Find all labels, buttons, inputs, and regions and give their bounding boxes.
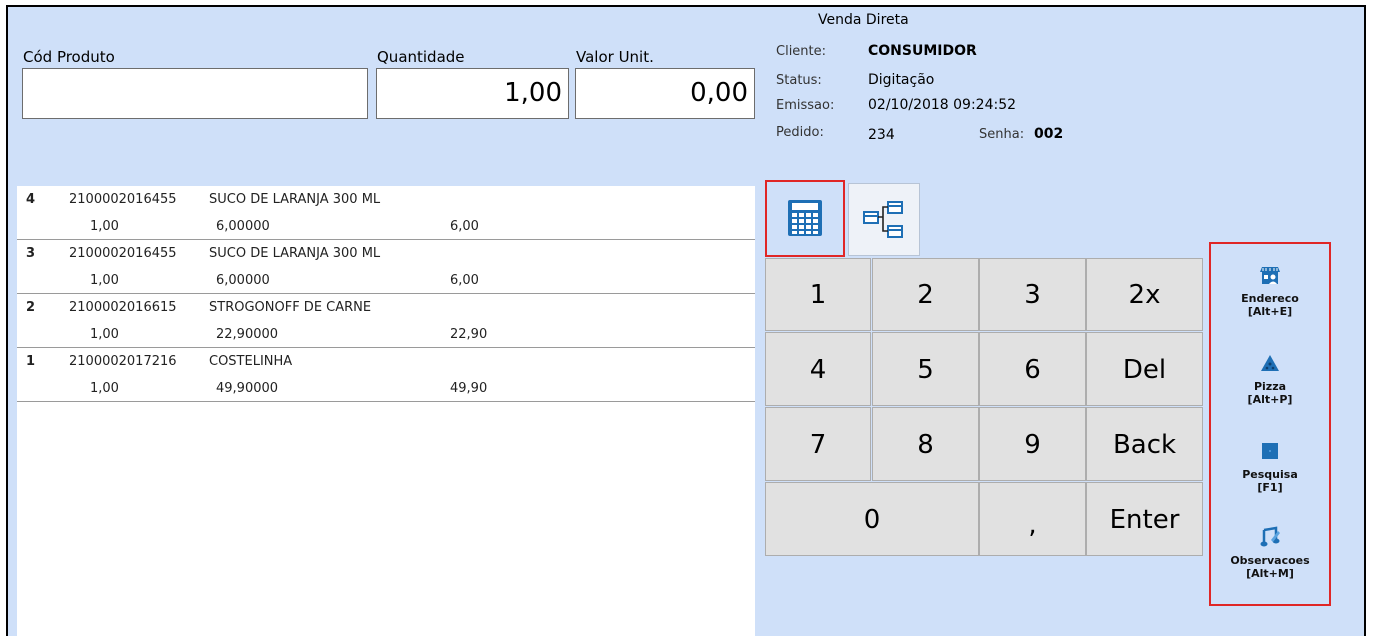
key-6[interactable]: 6: [979, 332, 1086, 406]
item-unit-price: 6,00000: [216, 273, 270, 288]
key-del[interactable]: Del: [1086, 332, 1203, 406]
list-item[interactable]: 3 2100002016455 SUCO DE LARANJA 300 ML 1…: [17, 240, 755, 294]
item-number: 2: [26, 300, 36, 315]
emissao-label: Emissao:: [776, 98, 835, 113]
key-back[interactable]: Back: [1086, 407, 1203, 481]
pedido-value: 234: [868, 127, 895, 143]
item-total: 6,00: [450, 219, 479, 234]
key-3[interactable]: 3: [979, 258, 1086, 331]
pizza-button[interactable]: Pizza [Alt+P]: [1211, 352, 1329, 406]
quantidade-input[interactable]: 1,00: [376, 68, 569, 119]
key-comma[interactable]: ,: [979, 482, 1086, 556]
valor-unit-input[interactable]: 0,00: [575, 68, 755, 119]
side-actions: Endereco [Alt+E] Pizza [Alt+P] Pesquisa …: [1209, 242, 1331, 606]
item-quantity: 1,00: [90, 219, 119, 234]
quantidade-label: Quantidade: [377, 48, 465, 66]
item-code: 2100002016455: [69, 192, 177, 207]
endereco-label: Endereco: [1241, 292, 1299, 305]
pedido-label: Pedido:: [776, 125, 824, 140]
endereco-shortcut: [Alt+E]: [1247, 305, 1293, 318]
key-8[interactable]: 8: [872, 407, 979, 481]
item-description: SUCO DE LARANJA 300 ML: [209, 192, 381, 207]
cod-produto-input[interactable]: [22, 68, 368, 119]
pizza-label: Pizza: [1253, 380, 1287, 393]
pesquisa-shortcut: [F1]: [1257, 481, 1283, 494]
tree-table-icon: [863, 201, 903, 238]
cod-produto-label: Cód Produto: [23, 48, 115, 66]
key-1[interactable]: 1: [765, 258, 871, 331]
item-description: COSTELINHA: [209, 354, 293, 369]
item-description: STROGONOFF DE CARNE: [209, 300, 372, 315]
key-4[interactable]: 4: [765, 332, 871, 406]
pizza-icon: [1261, 355, 1279, 371]
window-title: Venda Direta: [818, 12, 909, 28]
key-2x[interactable]: 2x: [1086, 258, 1203, 331]
item-description: SUCO DE LARANJA 300 ML: [209, 246, 381, 261]
key-5[interactable]: 5: [872, 332, 979, 406]
search-icon: [1262, 443, 1278, 459]
item-number: 1: [26, 354, 36, 369]
key-2[interactable]: 2: [872, 258, 979, 331]
item-number: 4: [26, 192, 36, 207]
item-code: 2100002016455: [69, 246, 177, 261]
note-icon: [1260, 526, 1280, 547]
cliente-label: Cliente:: [776, 44, 827, 59]
senha-value: 002: [1034, 126, 1064, 142]
endereco-button[interactable]: Endereco [Alt+E]: [1211, 264, 1329, 318]
numeric-keypad: 1 2 3 2x 4 5 6 Del 7 8 9 Back 0 , Enter: [765, 258, 1203, 556]
item-code: 2100002016615: [69, 300, 177, 315]
calculator-icon: [788, 200, 822, 236]
item-quantity: 1,00: [90, 381, 119, 396]
key-enter[interactable]: Enter: [1086, 482, 1203, 556]
cliente-value: CONSUMIDOR: [868, 43, 977, 59]
item-quantity: 1,00: [90, 273, 119, 288]
observacoes-button[interactable]: Observacoes [Alt+M]: [1211, 526, 1329, 580]
item-unit-price: 6,00000: [216, 219, 270, 234]
item-quantity: 1,00: [90, 327, 119, 342]
item-total: 22,90: [450, 327, 488, 342]
tab-calculator[interactable]: [765, 180, 845, 257]
item-number: 3: [26, 246, 36, 261]
status-label: Status:: [776, 73, 822, 88]
pesquisa-button[interactable]: Pesquisa [F1]: [1211, 440, 1329, 494]
key-9[interactable]: 9: [979, 407, 1086, 481]
tab-tree-table[interactable]: [848, 183, 920, 256]
item-total: 6,00: [450, 273, 479, 288]
item-total: 49,90: [450, 381, 488, 396]
list-item[interactable]: 4 2100002016455 SUCO DE LARANJA 300 ML 1…: [17, 186, 755, 240]
item-code: 2100002017216: [69, 354, 177, 369]
key-0[interactable]: 0: [765, 482, 979, 556]
observacoes-label: Observacoes: [1230, 554, 1310, 567]
emissao-value: 02/10/2018 09:24:52: [868, 97, 1017, 113]
key-7[interactable]: 7: [765, 407, 871, 481]
store-icon: [1260, 267, 1280, 284]
item-unit-price: 22,90000: [216, 327, 279, 342]
pizza-shortcut: [Alt+P]: [1247, 393, 1293, 406]
valor-unit-label: Valor Unit.: [576, 48, 654, 66]
items-list[interactable]: 4 2100002016455 SUCO DE LARANJA 300 ML 1…: [17, 186, 755, 636]
senha-label: Senha:: [979, 127, 1025, 142]
pesquisa-label: Pesquisa: [1242, 468, 1298, 481]
list-item[interactable]: 1 2100002017216 COSTELINHA 1,00 49,90000…: [17, 348, 755, 402]
status-value: Digitação: [868, 72, 935, 88]
item-unit-price: 49,90000: [216, 381, 279, 396]
list-item[interactable]: 2 2100002016615 STROGONOFF DE CARNE 1,00…: [17, 294, 755, 348]
observacoes-shortcut: [Alt+M]: [1246, 567, 1294, 580]
